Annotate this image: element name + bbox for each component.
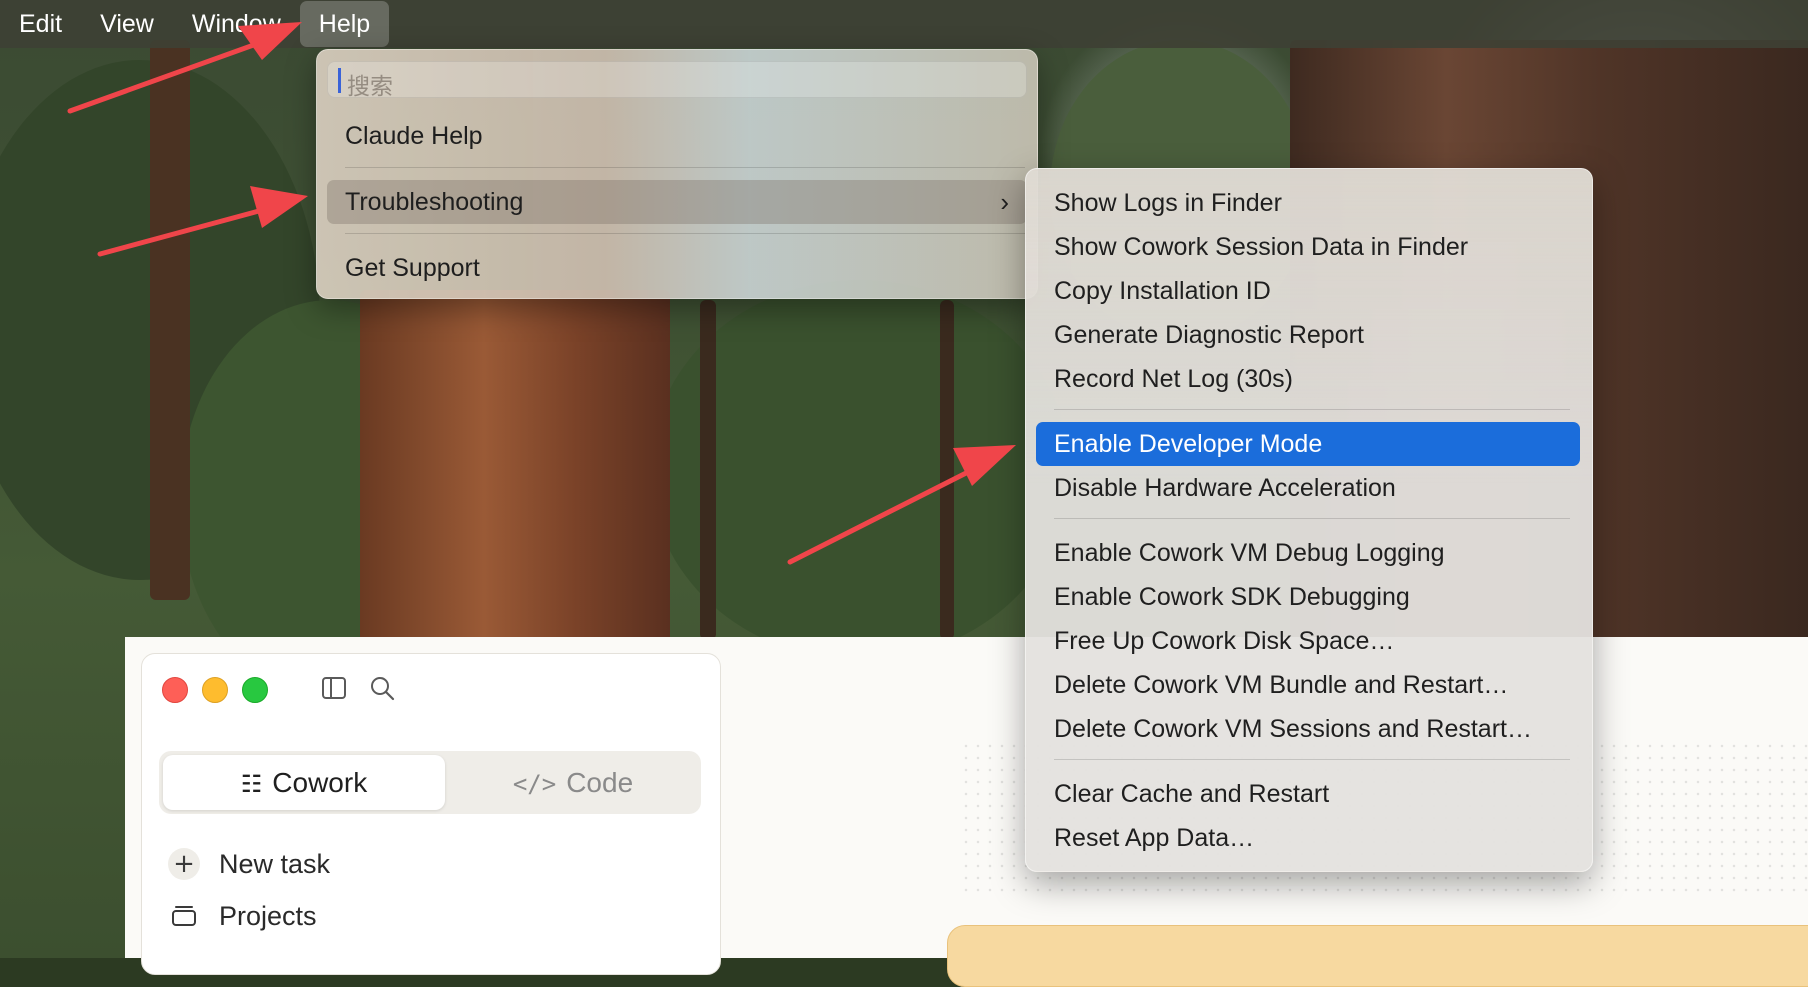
annotation-arrow: [97, 186, 308, 257]
annotation-arrow: [67, 22, 302, 114]
annotation-arrow: [787, 445, 1016, 565]
annotation-arrows: [67, 22, 1016, 565]
